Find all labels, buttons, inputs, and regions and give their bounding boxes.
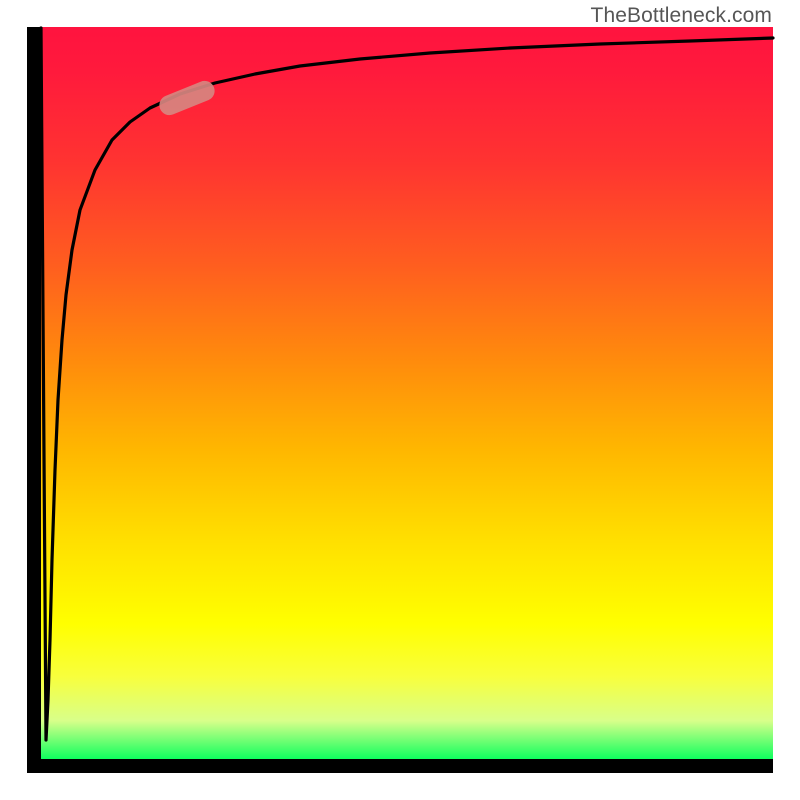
y-axis xyxy=(27,27,41,773)
x-axis xyxy=(27,759,773,773)
chart-container: TheBottleneck.com xyxy=(0,0,800,800)
watermark-text: TheBottleneck.com xyxy=(591,4,772,28)
plot-gradient-background xyxy=(27,27,773,773)
